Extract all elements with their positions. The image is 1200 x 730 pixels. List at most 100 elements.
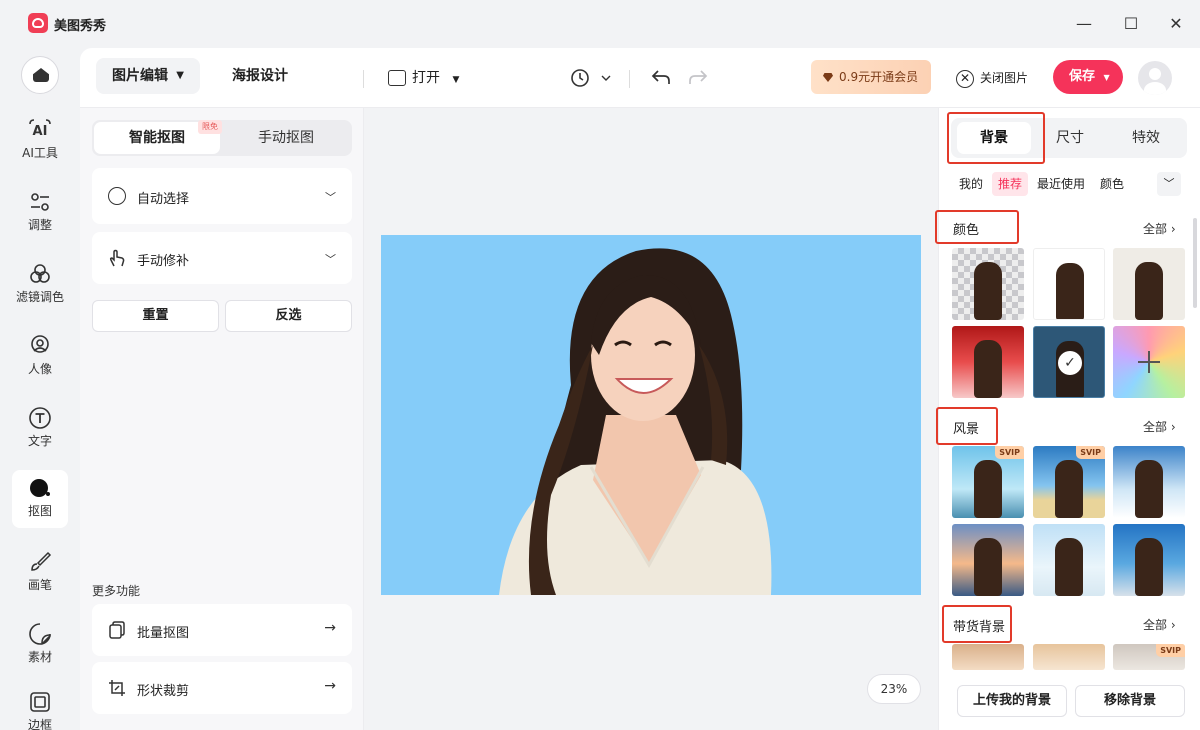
shape-crop-card[interactable]: 形状裁剪 →	[92, 662, 352, 714]
bg-thumb-cream[interactable]	[1113, 248, 1185, 320]
portrait-icon	[31, 335, 49, 353]
nav-label: 文字	[27, 434, 52, 448]
svip-badge: SVIP	[1156, 644, 1185, 657]
subtab-color[interactable]: 颜色	[1094, 172, 1130, 196]
tab-manual-cutout[interactable]: 手动抠图	[222, 122, 350, 154]
nav-label: 素材	[27, 650, 52, 664]
manual-fix-label: 手动修补	[137, 254, 190, 269]
tab-poster-design[interactable]: 海报设计	[232, 58, 288, 94]
nav-item-filter[interactable]: 滤镜调色	[8, 256, 72, 312]
manual-fix-card[interactable]: 手动修补 ﹀	[92, 232, 352, 284]
highlight-box	[942, 605, 1012, 643]
upload-background-button[interactable]: 上传我的背景	[957, 685, 1067, 717]
auto-select-card[interactable]: 自动选择 ﹀	[92, 168, 352, 224]
cutout-icon	[30, 479, 50, 497]
batch-cutout-label: 批量抠图	[137, 626, 190, 641]
save-label: 保存	[1069, 69, 1096, 84]
section-all-goods[interactable]: 全部 ›	[1143, 616, 1176, 633]
more-features-title: 更多功能	[92, 584, 141, 598]
close-image-button[interactable]: ✕ 关闭图片	[956, 66, 1028, 90]
nav-item-adjust[interactable]: 调整	[8, 184, 72, 240]
tab-effects[interactable]: 特效	[1109, 122, 1183, 154]
arrow-right-icon: →	[324, 620, 336, 636]
svg-text:AI: AI	[33, 124, 48, 139]
app-logo-icon	[28, 13, 48, 33]
history-button[interactable]	[568, 66, 616, 90]
left-nav: AI AI工具 调整 滤镜调色 人像 文字 抠图 画笔 素材 边框	[0, 48, 80, 730]
vip-label: 0.9元开通会员	[839, 70, 919, 84]
text-icon	[29, 407, 51, 429]
highlight-box	[947, 112, 1045, 164]
chevron-down-icon: ▼	[452, 75, 460, 85]
avatar[interactable]	[1138, 61, 1172, 95]
svip-badge: SVIP	[1076, 446, 1105, 459]
bg-thumb-selected[interactable]: ✓	[1033, 326, 1105, 398]
auto-select-label: 自动选择	[137, 192, 190, 207]
cutout-panel: 智能抠图 手动抠图 限免 自动选择 ﹀ 手动修补 ﹀ 重置 反选 更多功能 批量…	[80, 108, 364, 730]
redo-button[interactable]	[687, 66, 709, 88]
open-label: 打开	[412, 70, 440, 86]
all-label: 全部	[1143, 420, 1168, 434]
bg-thumb-sea-dock[interactable]: SVIP	[952, 446, 1024, 518]
section-all-scenery[interactable]: 全部 ›	[1143, 418, 1176, 435]
bg-thumb-goods-2[interactable]	[1033, 644, 1105, 670]
scrollbar[interactable]	[1193, 218, 1197, 308]
cutout-mode-switch: 智能抠图 手动抠图	[92, 120, 352, 156]
home-icon	[33, 68, 49, 82]
maximize-button[interactable]: ☐	[1119, 12, 1143, 36]
nav-item-sticker[interactable]: 素材	[8, 616, 72, 672]
bg-thumb-white[interactable]	[1033, 248, 1105, 320]
highlight-box	[936, 407, 998, 445]
bg-thumb-transparent[interactable]	[952, 248, 1024, 320]
tab-image-edit[interactable]: 图片编辑 ▼	[96, 58, 200, 94]
nav-item-frame[interactable]: 边框	[8, 684, 72, 730]
subtab-recommended[interactable]: 推荐	[992, 172, 1029, 196]
auto-select-icon	[108, 187, 126, 205]
subtab-mine[interactable]: 我的	[953, 172, 989, 196]
nav-item-brush[interactable]: 画笔	[8, 544, 72, 600]
bg-thumb-snow[interactable]	[1033, 524, 1105, 596]
nav-item-cutout[interactable]: 抠图	[12, 470, 68, 528]
undo-icon	[651, 70, 670, 84]
nav-item-ai-tools[interactable]: AI AI工具	[8, 112, 72, 168]
divider	[363, 70, 364, 88]
subtab-recent[interactable]: 最近使用	[1031, 172, 1091, 196]
chevron-down-icon[interactable]: ﹀	[1157, 172, 1181, 196]
undo-button[interactable]	[650, 66, 672, 88]
nav-item-text[interactable]: 文字	[8, 400, 72, 456]
bg-thumb-sunset[interactable]	[952, 524, 1024, 596]
bg-thumb-beach[interactable]: SVIP	[1033, 446, 1105, 518]
close-window-button[interactable]: ✕	[1164, 12, 1188, 36]
chevron-down-icon: ▼	[176, 70, 184, 81]
minimize-button[interactable]: —	[1072, 12, 1096, 36]
chevron-down-icon: ▼	[1103, 73, 1110, 82]
app-title: 美图秀秀	[54, 19, 107, 34]
remove-background-button[interactable]: 移除背景	[1075, 685, 1185, 717]
invert-selection-button[interactable]: 反选	[225, 300, 352, 332]
open-button[interactable]: 打开 ▼	[388, 66, 459, 90]
photo-preview[interactable]	[381, 235, 921, 595]
bg-thumb-red-gradient[interactable]	[952, 326, 1024, 398]
reset-button[interactable]: 重置	[92, 300, 219, 332]
save-button[interactable]: 保存 ▼	[1053, 60, 1123, 94]
section-all-color[interactable]: 全部 ›	[1143, 220, 1176, 237]
nav-item-portrait[interactable]: 人像	[8, 328, 72, 384]
bg-thumb-goods-3[interactable]: SVIP	[1113, 644, 1185, 670]
bg-thumb-clouds[interactable]	[1113, 446, 1185, 518]
home-button[interactable]	[21, 56, 59, 94]
nav-label: 抠图	[27, 504, 52, 518]
bg-thumb-goods-1[interactable]	[952, 644, 1024, 670]
ai-icon: AI	[29, 119, 51, 139]
nav-label: 调整	[27, 218, 52, 232]
svip-badge: SVIP	[995, 446, 1024, 459]
shape-crop-label: 形状裁剪	[137, 684, 190, 699]
tab-image-edit-label: 图片编辑	[112, 68, 168, 84]
history-icon	[571, 69, 611, 87]
check-icon: ✓	[1058, 351, 1082, 375]
custom-color-button[interactable]	[1113, 326, 1185, 398]
vip-membership-button[interactable]: 0.9元开通会员	[811, 60, 931, 94]
batch-cutout-card[interactable]: 批量抠图 →	[92, 604, 352, 656]
adjust-icon	[31, 193, 49, 211]
bg-thumb-coast[interactable]	[1113, 524, 1185, 596]
zoom-level[interactable]: 23%	[867, 674, 921, 704]
